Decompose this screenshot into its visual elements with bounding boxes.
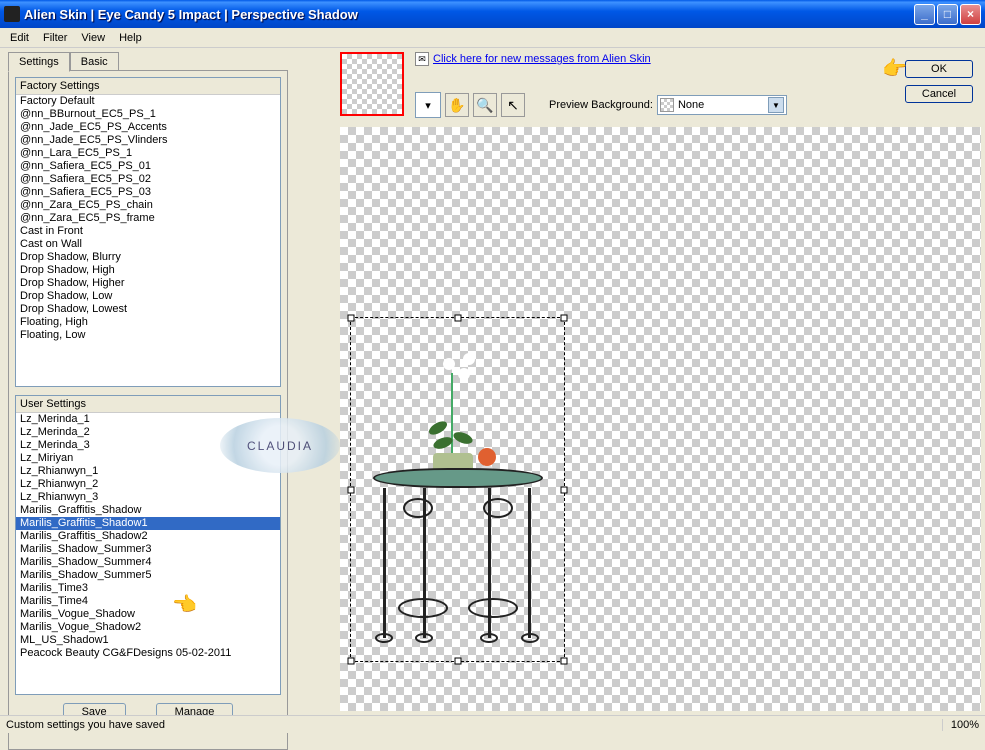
app-icon — [4, 6, 20, 22]
factory-settings-list[interactable]: Factory Settings Factory Default@nn_BBur… — [15, 77, 281, 387]
list-item[interactable]: @nn_Jade_EC5_PS_Accents — [16, 121, 280, 134]
list-item[interactable]: Marilis_Shadow_Summer5 — [16, 569, 280, 582]
list-item[interactable]: Marilis_Graffitis_Shadow — [16, 504, 280, 517]
pointer-tool[interactable]: ↖ — [501, 93, 525, 117]
list-item[interactable]: Marilis_Time4 — [16, 595, 280, 608]
transparency-swatch-icon — [660, 98, 674, 112]
list-item[interactable]: Lz_Rhianwyn_2 — [16, 478, 280, 491]
close-button[interactable]: × — [960, 4, 981, 25]
minimize-button[interactable]: _ — [914, 4, 935, 25]
list-item[interactable]: Drop Shadow, Higher — [16, 277, 280, 290]
message-icon: ✉ — [415, 52, 429, 66]
preview-bg-select[interactable]: None ▼ — [657, 95, 787, 115]
list-item[interactable]: Floating, Low — [16, 329, 280, 342]
preview-area: ✉ Click here for new messages from Alien… — [300, 52, 981, 711]
ok-button[interactable]: OK — [905, 60, 973, 78]
list-item[interactable]: @nn_Zara_EC5_PS_chain — [16, 199, 280, 212]
hand-tool[interactable]: ✋ — [445, 93, 469, 117]
preview-bg-value: None — [678, 99, 704, 111]
navigator-dropdown[interactable]: ▾ — [415, 92, 441, 118]
list-item[interactable]: Floating, High — [16, 316, 280, 329]
list-item[interactable]: Lz_Merinda_2 — [16, 426, 280, 439]
list-item[interactable]: Drop Shadow, High — [16, 264, 280, 277]
selection-bounds[interactable] — [350, 317, 565, 662]
list-item[interactable]: Lz_Merinda_3 — [16, 439, 280, 452]
list-item[interactable]: Lz_Merinda_1 — [16, 413, 280, 426]
user-settings-list[interactable]: User Settings Lz_Merinda_1Lz_Merinda_2Lz… — [15, 395, 281, 695]
list-item[interactable]: @nn_Jade_EC5_PS_Vlinders — [16, 134, 280, 147]
alien-skin-messages-link[interactable]: Click here for new messages from Alien S… — [433, 53, 651, 65]
list-item[interactable]: Cast on Wall — [16, 238, 280, 251]
settings-panel: Factory Settings Factory Default@nn_BBur… — [8, 70, 288, 750]
list-item[interactable]: Lz_Rhianwyn_1 — [16, 465, 280, 478]
list-item[interactable]: Marilis_Shadow_Summer4 — [16, 556, 280, 569]
user-header: User Settings — [16, 396, 280, 413]
preview-canvas[interactable] — [340, 127, 981, 711]
list-item[interactable]: @nn_Zara_EC5_PS_frame — [16, 212, 280, 225]
list-item[interactable]: Peacock Beauty CG&FDesigns 05-02-2011 — [16, 647, 280, 660]
list-item[interactable]: Marilis_Time3 — [16, 582, 280, 595]
list-item[interactable]: ML_US_Shadow1 — [16, 634, 280, 647]
maximize-button[interactable]: □ — [937, 4, 958, 25]
list-item[interactable]: Drop Shadow, Blurry — [16, 251, 280, 264]
list-item[interactable]: Drop Shadow, Lowest — [16, 303, 280, 316]
navigator-thumbnail[interactable] — [340, 52, 404, 116]
menu-edit[interactable]: Edit — [4, 30, 35, 46]
tabs: Settings Basic — [8, 52, 119, 72]
menu-filter[interactable]: Filter — [37, 30, 73, 46]
cancel-button[interactable]: Cancel — [905, 85, 973, 103]
preview-toolbar: ▾ ✋ 🔍 ↖ Preview Background: None ▼ — [415, 92, 787, 118]
list-item[interactable]: Lz_Rhianwyn_3 — [16, 491, 280, 504]
statusbar: Custom settings you have saved 100% — [0, 715, 985, 733]
titlebar: Alien Skin | Eye Candy 5 Impact | Perspe… — [0, 0, 985, 28]
menu-help[interactable]: Help — [113, 30, 148, 46]
zoom-tool[interactable]: 🔍 — [473, 93, 497, 117]
window-title: Alien Skin | Eye Candy 5 Impact | Perspe… — [24, 7, 914, 22]
list-item[interactable]: @nn_Lara_EC5_PS_1 — [16, 147, 280, 160]
list-item[interactable]: @nn_BBurnout_EC5_PS_1 — [16, 108, 280, 121]
tab-settings[interactable]: Settings — [8, 52, 70, 72]
list-item[interactable]: Drop Shadow, Low — [16, 290, 280, 303]
status-text: Custom settings you have saved — [6, 719, 165, 731]
menubar: Edit Filter View Help — [0, 28, 985, 48]
pointing-hand-icon: 👉 — [882, 56, 907, 81]
list-item[interactable]: Cast in Front — [16, 225, 280, 238]
chevron-down-icon: ▼ — [768, 97, 784, 113]
preview-bg-label: Preview Background: — [549, 99, 653, 111]
factory-header: Factory Settings — [16, 78, 280, 95]
list-item[interactable]: @nn_Safiera_EC5_PS_01 — [16, 160, 280, 173]
list-item[interactable]: Marilis_Shadow_Summer3 — [16, 543, 280, 556]
list-item[interactable]: Marilis_Graffitis_Shadow2 — [16, 530, 280, 543]
menu-view[interactable]: View — [75, 30, 111, 46]
list-item[interactable]: @nn_Safiera_EC5_PS_03 — [16, 186, 280, 199]
list-item[interactable]: Factory Default — [16, 95, 280, 108]
list-item[interactable]: Lz_Miriyan — [16, 452, 280, 465]
list-item[interactable]: @nn_Safiera_EC5_PS_02 — [16, 173, 280, 186]
list-item[interactable]: Marilis_Vogue_Shadow — [16, 608, 280, 621]
list-item[interactable]: Marilis_Graffitis_Shadow1 — [16, 517, 280, 530]
zoom-level: 100% — [942, 719, 979, 731]
preview-image — [363, 318, 553, 658]
list-item[interactable]: Marilis_Vogue_Shadow2 — [16, 621, 280, 634]
tab-basic[interactable]: Basic — [70, 52, 119, 72]
